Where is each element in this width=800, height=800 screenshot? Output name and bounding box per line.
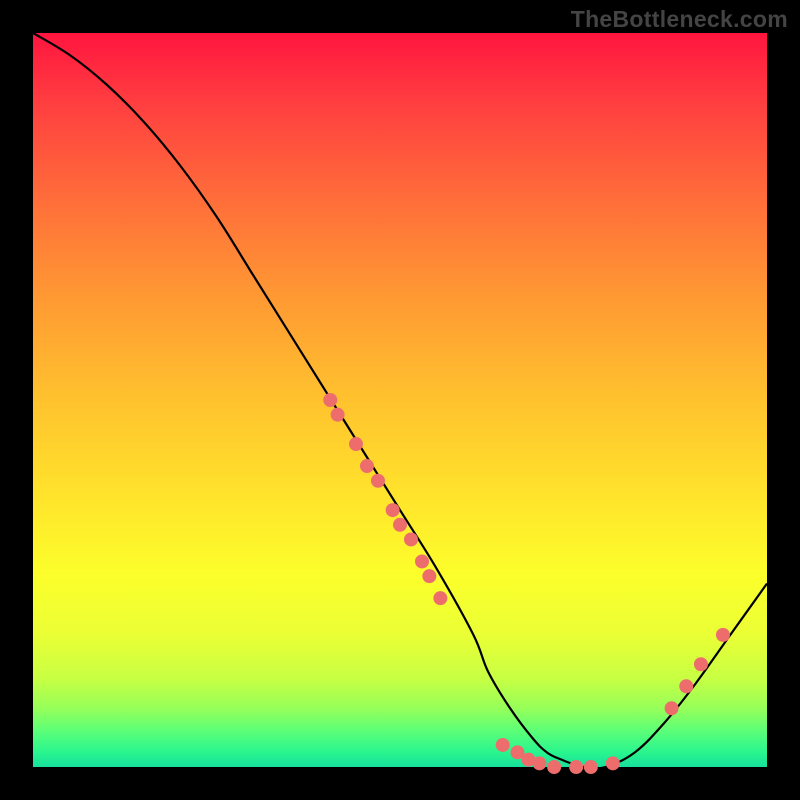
- curve-marker: [331, 408, 345, 422]
- curve-marker: [679, 679, 693, 693]
- curve-marker: [694, 657, 708, 671]
- curve-marker: [360, 459, 374, 473]
- curve-marker: [532, 756, 546, 770]
- curve-marker: [716, 628, 730, 642]
- curve-marker: [584, 760, 598, 774]
- curve-marker: [349, 437, 363, 451]
- curve-marker: [547, 760, 561, 774]
- curve-marker: [404, 532, 418, 546]
- curve-marker: [393, 518, 407, 532]
- curve-marker: [422, 569, 436, 583]
- plot-area: [33, 33, 767, 767]
- curve-marker: [386, 503, 400, 517]
- curve-marker: [415, 554, 429, 568]
- curve-marker: [569, 760, 583, 774]
- bottleneck-curve-line: [33, 33, 767, 769]
- curve-marker: [606, 756, 620, 770]
- chart-frame: TheBottleneck.com: [0, 0, 800, 800]
- curve-marker: [496, 738, 510, 752]
- bottleneck-curve-svg: [33, 33, 767, 767]
- curve-marker: [371, 474, 385, 488]
- watermark-text: TheBottleneck.com: [571, 6, 788, 33]
- curve-marker: [665, 701, 679, 715]
- curve-marker: [323, 393, 337, 407]
- curve-marker: [433, 591, 447, 605]
